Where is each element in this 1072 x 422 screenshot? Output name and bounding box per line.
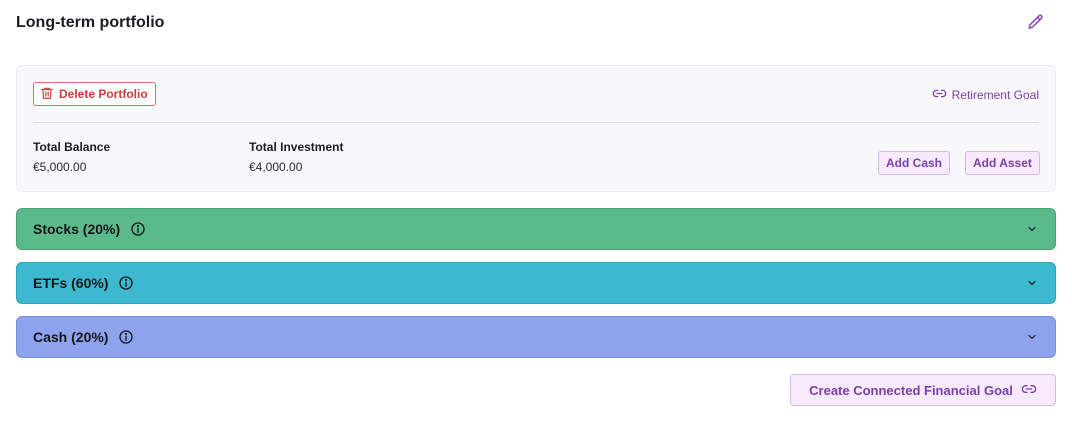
- total-balance-label: Total Balance: [33, 140, 111, 154]
- delete-portfolio-button[interactable]: Delete Portfolio: [33, 82, 156, 106]
- page-title: Long-term portfolio: [16, 14, 165, 31]
- accordion-cash-label: Cash (20%): [33, 329, 109, 345]
- info-icon[interactable]: [130, 221, 146, 237]
- edit-portfolio-button[interactable]: [1024, 14, 1046, 36]
- chevron-down-icon: [1026, 223, 1038, 235]
- info-icon[interactable]: [118, 329, 134, 345]
- total-investment-label: Total Investment: [249, 140, 344, 154]
- accordion-cash[interactable]: Cash (20%): [16, 316, 1056, 358]
- accordion-stocks-label: Stocks (20%): [33, 221, 121, 237]
- chevron-down-icon: [1026, 277, 1038, 289]
- create-connected-goal-button[interactable]: Create Connected Financial Goal: [790, 374, 1056, 406]
- create-goal-label: Create Connected Financial Goal: [809, 382, 1013, 398]
- accordion-etfs-label: ETFs (60%): [33, 275, 109, 291]
- trash-icon: [40, 86, 54, 103]
- chevron-down-icon: [1026, 331, 1038, 343]
- delete-portfolio-label: Delete Portfolio: [59, 87, 148, 101]
- total-investment: Total Investment €4,000.00: [249, 140, 343, 174]
- total-balance: Total Balance €5,000.00: [33, 140, 110, 174]
- total-investment-value: €4,000.00: [249, 160, 303, 174]
- accordion-stocks[interactable]: Stocks (20%): [16, 208, 1056, 250]
- link-icon: [932, 86, 947, 104]
- card-divider: [33, 122, 1039, 123]
- pencil-icon: [1026, 13, 1045, 37]
- add-asset-button[interactable]: Add Asset: [965, 151, 1040, 175]
- accordion-etfs[interactable]: ETFs (60%): [16, 262, 1056, 304]
- retirement-goal-label: Retirement Goal: [951, 88, 1039, 102]
- link-icon: [1021, 381, 1037, 400]
- info-icon[interactable]: [118, 275, 134, 291]
- total-balance-value: €5,000.00: [33, 160, 87, 174]
- portfolio-summary-card: Delete Portfolio Retirement Goal Total B…: [16, 65, 1056, 192]
- add-cash-button[interactable]: Add Cash: [878, 151, 951, 175]
- retirement-goal-link[interactable]: Retirement Goal: [932, 86, 1039, 104]
